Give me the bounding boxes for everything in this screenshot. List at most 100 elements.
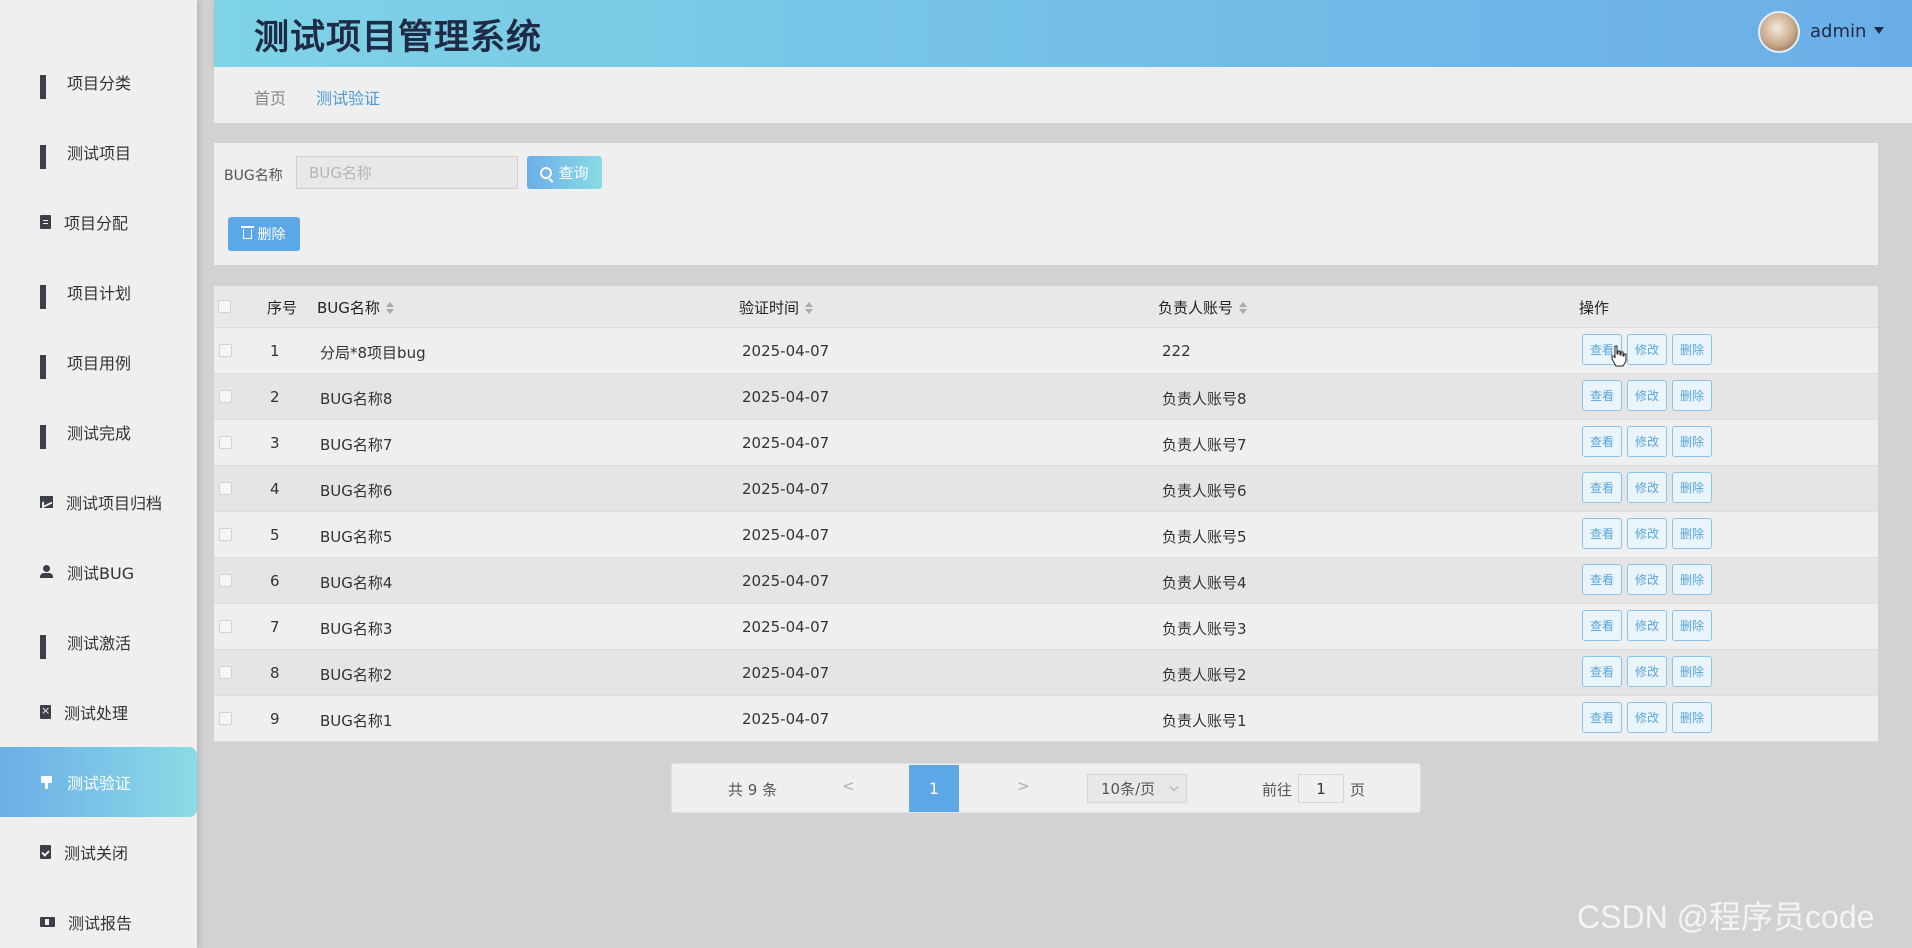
goto-page-input[interactable]	[1298, 774, 1344, 803]
user-icon	[40, 565, 54, 579]
sort-icon[interactable]	[805, 301, 814, 314]
search-input[interactable]	[296, 156, 518, 189]
sidebar-item[interactable]: 测试激活	[0, 607, 197, 677]
header-name[interactable]: BUG名称	[317, 297, 394, 318]
batch-delete-label: 删除	[257, 226, 286, 242]
sidebar-item[interactable]: 项目用例	[0, 327, 197, 397]
sidebar-item[interactable]: 测试项目归档	[0, 467, 197, 537]
cell-name: BUG名称1	[320, 712, 393, 730]
clipboard-check-icon	[40, 845, 51, 859]
delete-button[interactable]: 删除	[1672, 472, 1712, 503]
edit-button[interactable]: 修改	[1627, 518, 1667, 549]
page-number-button[interactable]: 1	[909, 765, 959, 812]
cell-time: 2025-04-07	[742, 526, 830, 544]
header-actions: 操作	[1579, 299, 1610, 317]
view-button[interactable]: 查看	[1582, 426, 1622, 457]
view-button[interactable]: 查看	[1582, 702, 1622, 733]
chart-icon	[40, 496, 53, 508]
next-page-button[interactable]: >	[1017, 777, 1030, 795]
sidebar-item-label: 测试项目	[67, 144, 132, 163]
table-row: 2 BUG名称8 2025-04-07 负责人账号8 查看 修改 删除	[214, 374, 1878, 420]
app-title: 测试项目管理系统	[254, 18, 543, 58]
edit-button[interactable]: 修改	[1627, 334, 1667, 365]
edit-button[interactable]: 修改	[1627, 702, 1667, 733]
select-all-checkbox[interactable]	[218, 300, 231, 313]
edit-button[interactable]: 修改	[1627, 656, 1667, 687]
view-button[interactable]: 查看	[1582, 380, 1622, 411]
row-checkbox[interactable]	[219, 344, 232, 357]
edit-button[interactable]: 修改	[1627, 472, 1667, 503]
edit-button[interactable]: 修改	[1627, 610, 1667, 641]
delete-button[interactable]: 删除	[1672, 656, 1712, 687]
cell-index: 8	[270, 664, 280, 682]
sidebar-item-label: 测试激活	[67, 634, 132, 653]
table-row: 4 BUG名称6 2025-04-07 负责人账号6 查看 修改 删除	[214, 466, 1878, 512]
query-button[interactable]: 查询	[527, 156, 602, 189]
edit-button[interactable]: 修改	[1627, 564, 1667, 595]
row-checkbox[interactable]	[219, 574, 232, 587]
sidebar-item[interactable]: 测试项目	[0, 117, 197, 187]
view-button[interactable]: 查看	[1582, 518, 1622, 549]
breadcrumb-home[interactable]: 首页	[254, 85, 286, 109]
grid-icon	[40, 635, 54, 659]
sidebar-item[interactable]: 测试验证	[0, 747, 197, 817]
sidebar-item[interactable]: 测试处理	[0, 677, 197, 747]
header-owner-label: 负责人账号	[1158, 299, 1234, 317]
row-checkbox[interactable]	[219, 666, 232, 679]
sidebar-item[interactable]: 项目计划	[0, 257, 197, 327]
sort-icon[interactable]	[1239, 301, 1248, 314]
view-button[interactable]: 查看	[1582, 472, 1622, 503]
edit-button[interactable]: 修改	[1627, 380, 1667, 411]
delete-button[interactable]: 删除	[1672, 334, 1712, 365]
cell-owner: 负责人账号5	[1162, 528, 1247, 546]
sidebar-item-label: 测试BUG	[67, 564, 135, 583]
view-button[interactable]: 查看	[1582, 564, 1622, 595]
sidebar-item[interactable]: 测试报告	[0, 887, 197, 948]
cell-time: 2025-04-07	[742, 388, 830, 406]
sidebar-item[interactable]: 测试完成	[0, 397, 197, 467]
cell-index: 6	[270, 572, 280, 590]
row-checkbox[interactable]	[219, 482, 232, 495]
search-label: BUG名称	[224, 168, 283, 184]
row-checkbox[interactable]	[219, 528, 232, 541]
sidebar-item-label: 测试验证	[67, 774, 132, 793]
cell-owner: 负责人账号3	[1162, 620, 1247, 638]
goto-label: 前往	[1262, 781, 1293, 799]
sidebar-item-label: 项目分类	[67, 74, 132, 93]
cell-name: BUG名称7	[320, 436, 393, 454]
delete-button[interactable]: 删除	[1672, 380, 1712, 411]
prev-page-button[interactable]: <	[842, 777, 855, 795]
delete-button[interactable]: 删除	[1672, 426, 1712, 457]
avatar[interactable]	[1758, 11, 1800, 53]
header-owner[interactable]: 负责人账号	[1158, 297, 1248, 318]
sidebar-item[interactable]: 项目分配	[0, 187, 197, 257]
row-checkbox[interactable]	[219, 390, 232, 403]
row-checkbox[interactable]	[219, 620, 232, 633]
edit-button[interactable]: 修改	[1627, 426, 1667, 457]
delete-button[interactable]: 删除	[1672, 518, 1712, 549]
cell-owner: 负责人账号1	[1162, 712, 1247, 730]
sort-icon[interactable]	[385, 301, 394, 314]
sidebar-item[interactable]: 测试BUG	[0, 537, 197, 607]
row-checkbox[interactable]	[219, 436, 232, 449]
delete-button[interactable]: 删除	[1672, 610, 1712, 641]
page-size-select[interactable]: 10条/页	[1087, 774, 1187, 803]
batch-delete-button[interactable]: 删除	[228, 217, 300, 251]
header-time[interactable]: 验证时间	[739, 297, 814, 318]
header-index: 序号	[267, 299, 298, 317]
sidebar-item[interactable]: 项目分类	[0, 47, 197, 117]
row-checkbox[interactable]	[219, 712, 232, 725]
user-name[interactable]: admin	[1810, 21, 1866, 42]
top-header: 测试项目管理系统 admin	[214, 0, 1912, 67]
caret-down-icon[interactable]	[1874, 27, 1884, 34]
sidebar-item[interactable]: 测试关闭	[0, 817, 197, 887]
delete-button[interactable]: 删除	[1672, 702, 1712, 733]
cell-name: 分局*8项目bug	[320, 344, 426, 362]
view-button[interactable]: 查看	[1582, 610, 1622, 641]
delete-button[interactable]: 删除	[1672, 564, 1712, 595]
cell-owner: 负责人账号4	[1162, 574, 1247, 592]
grid-icon	[40, 285, 54, 309]
cell-time: 2025-04-07	[742, 572, 830, 590]
view-button[interactable]: 查看	[1582, 656, 1622, 687]
table-row: 6 BUG名称4 2025-04-07 负责人账号4 查看 修改 删除	[214, 558, 1878, 604]
